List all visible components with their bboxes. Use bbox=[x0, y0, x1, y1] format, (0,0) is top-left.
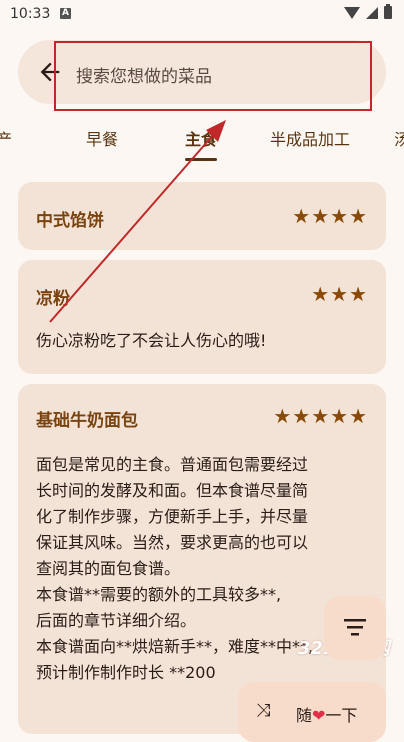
recipe-card[interactable]: 中式馅饼 ★★★★ bbox=[18, 182, 386, 250]
recipe-title: 基础牛奶面包 bbox=[36, 411, 138, 431]
battery-icon bbox=[384, 4, 392, 19]
status-icons bbox=[344, 4, 392, 19]
category-tabs: 产 早餐 主食 半成品加工 汤 bbox=[0, 118, 404, 162]
tab-breakfast[interactable]: 早餐 bbox=[86, 126, 118, 150]
signal-icon bbox=[366, 6, 378, 19]
recipe-rating: ★★★ bbox=[311, 282, 368, 306]
search-bar[interactable]: 搜索您想做的菜品 bbox=[18, 40, 386, 111]
shuffle-icon: ⤨ bbox=[256, 700, 271, 721]
recipe-description: 面包是常见的主食。普通面包需要经过 长时间的发酵及和面。但本食谱尽量简 化了制作… bbox=[36, 455, 314, 682]
recipe-title: 凉粉 bbox=[36, 289, 70, 309]
recipe-rating: ★★★★ bbox=[292, 204, 368, 228]
random-button[interactable]: ⤨ 随❤一下 bbox=[238, 682, 386, 742]
recipe-card[interactable]: 凉粉 ★★★ 伤心凉粉吃了不会让人伤心的哦! bbox=[18, 260, 386, 374]
tab-semi-finished[interactable]: 半成品加工 bbox=[270, 126, 350, 150]
status-bar: 10:33 A bbox=[0, 0, 404, 30]
notification-icon: A bbox=[60, 8, 71, 19]
random-label-prefix: 随 bbox=[296, 706, 313, 725]
heart-icon: ❤ bbox=[312, 706, 326, 725]
wifi-icon bbox=[344, 6, 360, 19]
recipe-rating: ★★★★★ bbox=[273, 404, 368, 428]
tab-soup[interactable]: 汤 bbox=[394, 126, 404, 150]
sort-button[interactable] bbox=[324, 596, 386, 660]
tab-production[interactable]: 产 bbox=[0, 126, 12, 150]
sort-icon bbox=[344, 619, 366, 636]
tab-staple[interactable]: 主食 bbox=[185, 126, 217, 150]
status-time: 10:33 bbox=[10, 6, 51, 22]
random-label: 随❤一下 bbox=[296, 702, 357, 726]
recipe-title: 中式馅饼 bbox=[36, 211, 104, 231]
tab-indicator bbox=[185, 158, 217, 161]
recipe-description: 伤心凉粉吃了不会让人伤心的哦! bbox=[36, 331, 267, 350]
random-label-suffix: 一下 bbox=[325, 706, 358, 725]
search-input[interactable]: 搜索您想做的菜品 bbox=[76, 62, 212, 87]
